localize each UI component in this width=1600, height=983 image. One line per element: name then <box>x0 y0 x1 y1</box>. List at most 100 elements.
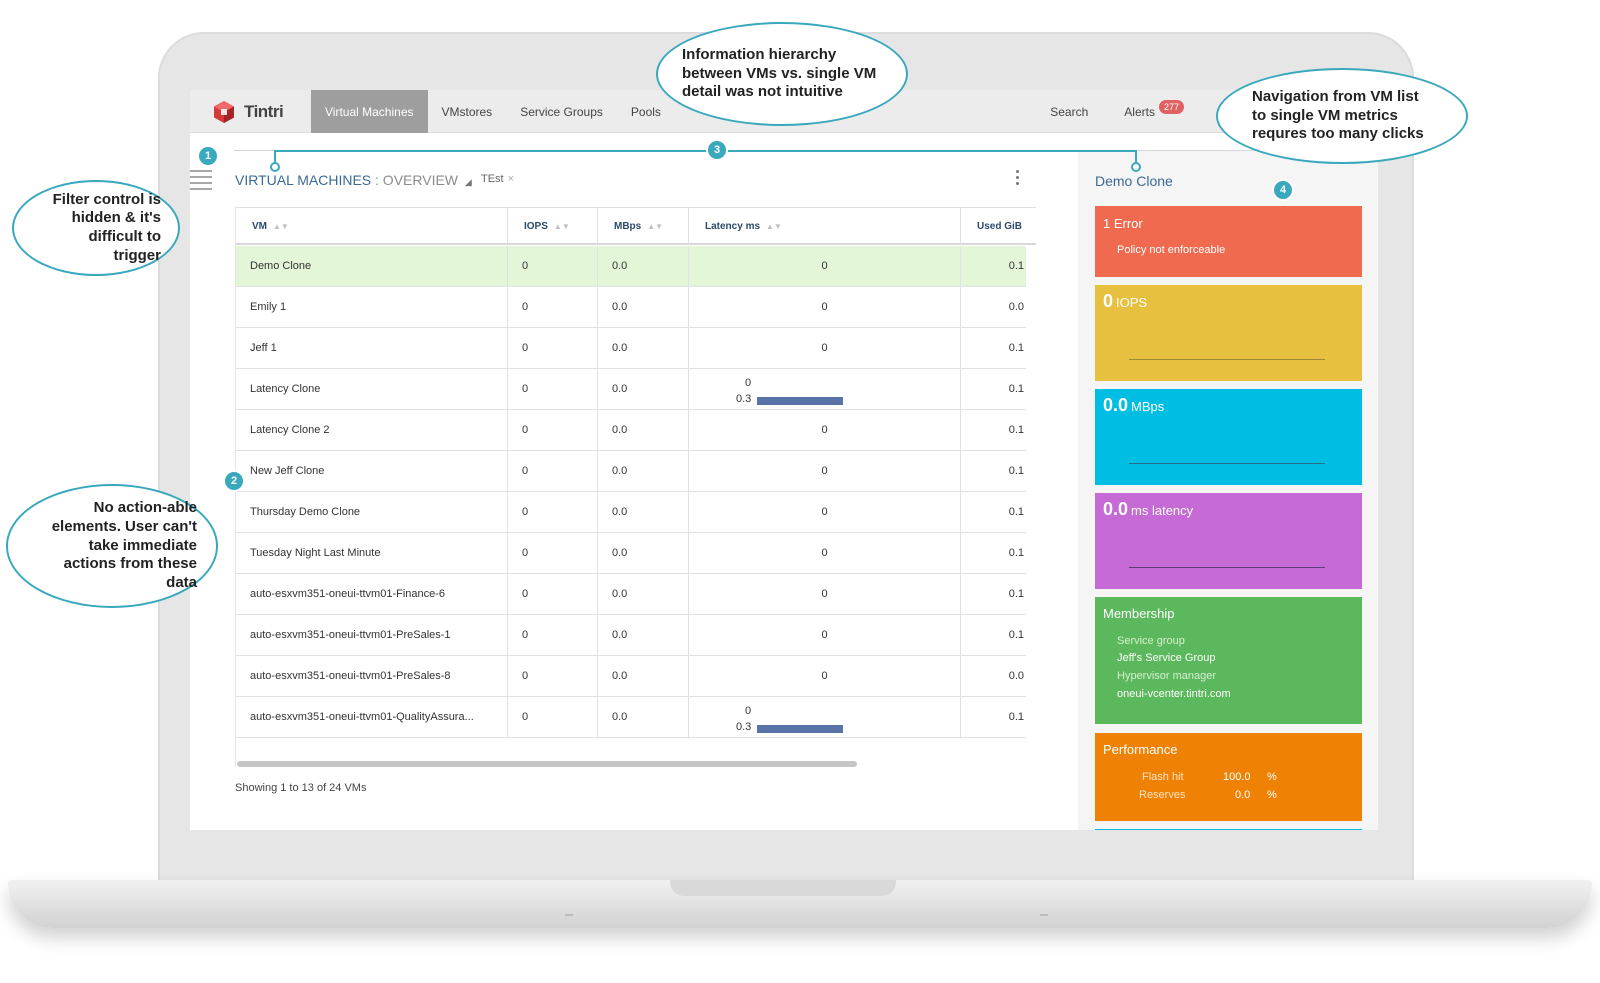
nav-pools[interactable]: Pools <box>617 90 675 133</box>
laptop-foot <box>1040 914 1048 916</box>
cell-used-gib: 0.1 <box>1008 424 1024 436</box>
cell-mbps: 0.0 <box>598 287 689 327</box>
table-row[interactable]: Latency Clone 0 0.0 0 0.3 0.1 <box>236 369 1026 410</box>
col-header-vm[interactable]: VM ▲▼ <box>236 208 508 244</box>
cell-mbps: 0.0 <box>598 615 689 655</box>
more-options-icon[interactable] <box>1016 170 1022 188</box>
table-row[interactable]: Thursday Demo Clone 0 0.0 0 0.1 <box>236 492 1026 533</box>
table-row[interactable]: Tuesday Night Last Minute 0 0.0 0 0.1 <box>236 533 1026 574</box>
cell-latency: 0 <box>689 615 961 655</box>
page-title[interactable]: VIRTUAL MACHINES : OVERVIEW ◢ <box>235 172 472 188</box>
cell-mbps: 0.0 <box>598 574 689 614</box>
table-row[interactable]: auto-esxvm351-oneui-ttvm01-PreSales-1 0 0.… <box>236 615 1026 656</box>
cell-used-gib: 0.1 <box>1008 465 1024 477</box>
nav-vmstores[interactable]: VMstores <box>428 90 507 133</box>
hypervisor-manager-value[interactable]: oneui-vcenter.tintri.com <box>1117 688 1231 700</box>
cell-iops: 0 <box>508 287 598 327</box>
callout-hierarchy: Information hierarchy between VMs vs. si… <box>656 22 908 126</box>
iops-card[interactable]: 0 IOPS <box>1095 285 1362 381</box>
latency-card[interactable]: 0.0 ms latency <box>1095 493 1362 589</box>
next-card-edge <box>1095 829 1362 830</box>
col-mbps-label: MBps <box>614 220 642 232</box>
table-row[interactable]: Demo Clone 0 0.0 0 0.1 <box>236 246 1026 287</box>
page-title-sub: : OVERVIEW <box>375 172 459 188</box>
cell-iops: 0 <box>508 533 598 573</box>
nav-virtual-machines[interactable]: Virtual Machines <box>311 90 428 133</box>
filter-menu-icon[interactable] <box>190 170 212 194</box>
performance-card[interactable]: Performance Flash hit 100.0 % Reserves 0… <box>1095 733 1362 821</box>
horizontal-scrollbar[interactable] <box>237 761 857 767</box>
cell-used-gib: 0.0 <box>1008 301 1024 313</box>
annotation-marker-1: 1 <box>199 147 217 165</box>
detail-title: Demo Clone <box>1095 173 1173 189</box>
col-header-mbps[interactable]: MBps ▲▼ <box>598 208 689 244</box>
cell-used-gib: 0.1 <box>1008 629 1024 641</box>
flash-hit-value: 100.0 <box>1223 771 1251 783</box>
annotation-marker-2: 2 <box>225 472 243 490</box>
nav-right: Search Alerts 277 <box>1032 90 1202 133</box>
cell-latency: 0 <box>689 287 961 327</box>
callout-actions-text: No action-able elements. User can't take… <box>51 499 197 592</box>
col-used-label: Used GiB <box>977 220 1023 232</box>
error-title: 1 Error <box>1103 216 1143 231</box>
cell-mbps: 0.0 <box>598 369 689 409</box>
cell-mbps: 0.0 <box>598 246 689 286</box>
page-title-main: VIRTUAL MACHINES <box>235 172 372 188</box>
cell-used-gib: 0.1 <box>1008 588 1024 600</box>
logo[interactable]: Tintri <box>212 100 284 124</box>
col-header-used[interactable]: Used GiB <box>961 208 1036 244</box>
service-group-value[interactable]: Jeff's Service Group <box>1117 652 1216 664</box>
table-row[interactable]: auto-esxvm351-oneui-ttvm01-Finance-6 0 0.0… <box>236 574 1026 615</box>
membership-card[interactable]: Membership Service group Jeff's Service … <box>1095 597 1362 724</box>
search-link[interactable]: Search <box>1032 90 1106 133</box>
iops-sparkline <box>1129 359 1325 360</box>
table-row[interactable]: auto-esxvm351-oneui-ttvm01-QualityAssura… <box>236 697 1026 738</box>
callout-filter-text: Filter control is hidden & it's difficul… <box>52 190 161 264</box>
filter-tag[interactable]: TEst × <box>481 173 514 185</box>
mbps-unit: MBps <box>1131 399 1165 414</box>
latency-value: 0.0 <box>1103 499 1129 519</box>
hypervisor-manager-label: Hypervisor manager <box>1117 670 1217 682</box>
alerts-link[interactable]: Alerts 277 <box>1106 90 1202 133</box>
latency-peak-value: 0.3 <box>736 721 752 733</box>
iops-metric: 0 IOPS <box>1103 291 1147 312</box>
cell-latency: 0 <box>689 656 961 696</box>
cell-latency: 0 0.3 <box>689 697 961 737</box>
table-row[interactable]: auto-esxvm351-oneui-ttvm01-PreSales-8 0 0.… <box>236 656 1026 697</box>
cell-iops: 0 <box>508 410 598 450</box>
table-row[interactable]: Jeff 1 0 0.0 0 0.1 <box>236 328 1026 369</box>
cell-latency: 0 <box>689 533 961 573</box>
cell-latency: 0 <box>689 410 961 450</box>
cell-mbps: 0.0 <box>598 533 689 573</box>
table-row[interactable]: Latency Clone 2 0 0.0 0 0.1 <box>236 410 1026 451</box>
cell-iops: 0 <box>508 451 598 491</box>
remove-filter-icon[interactable]: × <box>508 173 514 185</box>
mbps-value: 0.0 <box>1103 395 1129 415</box>
col-header-iops[interactable]: IOPS ▲▼ <box>508 208 598 244</box>
cell-latency: 0 <box>689 246 961 286</box>
error-card[interactable]: 1 Error Policy not enforceable <box>1095 206 1362 277</box>
table-row[interactable]: Emily 1 0 0.0 0 0.0 <box>236 287 1026 328</box>
annotation-connector <box>274 150 1136 152</box>
cell-iops: 0 <box>508 615 598 655</box>
annotation-anchor <box>270 162 280 172</box>
app-screen: Tintri Virtual Machines VMstores Service… <box>190 90 1378 830</box>
cell-iops: 0 <box>508 246 598 286</box>
table-row[interactable]: New Jeff Clone 0 0.0 0 0.1 <box>236 451 1026 492</box>
cell-vm-name: New Jeff Clone <box>236 451 508 491</box>
performance-title: Performance <box>1103 742 1178 757</box>
flash-hit-pct: % <box>1267 771 1277 783</box>
cell-iops: 0 <box>508 656 598 696</box>
sort-icon: ▲▼ <box>273 221 289 231</box>
latency-bar <box>757 725 843 733</box>
cell-mbps: 0.0 <box>598 492 689 532</box>
cell-vm-name: Jeff 1 <box>236 328 508 368</box>
mbps-card[interactable]: 0.0 MBps <box>1095 389 1362 485</box>
col-header-latency[interactable]: Latency ms ▲▼ <box>689 208 961 244</box>
laptop-notch <box>670 880 896 896</box>
callout-navigation: Navigation from VM list to single VM met… <box>1216 68 1468 164</box>
vm-table: VM ▲▼ IOPS ▲▼ MBps ▲▼ Latency ms ▲▼ Used GiB… <box>235 207 1036 767</box>
cell-used-gib: 0.1 <box>1008 711 1024 723</box>
nav-service-groups[interactable]: Service Groups <box>506 90 617 133</box>
error-message: Policy not enforceable <box>1117 244 1226 256</box>
